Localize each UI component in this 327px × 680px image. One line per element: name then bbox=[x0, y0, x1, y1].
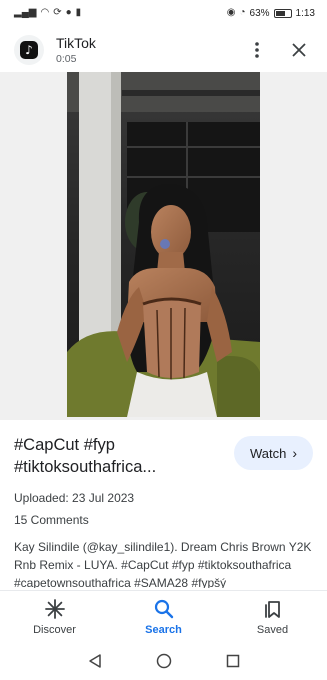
more-vert-icon bbox=[255, 42, 259, 58]
nav-search[interactable]: Search bbox=[124, 598, 204, 636]
video-duration: 0:05 bbox=[56, 53, 77, 65]
chevron-right-icon: › bbox=[292, 445, 297, 461]
eye-icon: ◉ bbox=[226, 7, 236, 18]
sync-icon: ⟳ bbox=[53, 7, 62, 18]
video-thumbnail bbox=[67, 72, 260, 417]
tiktok-note-icon: ♪ bbox=[20, 41, 38, 59]
signal-icon: ▂▄▆ bbox=[14, 7, 37, 18]
nav-discover[interactable]: Discover bbox=[15, 598, 95, 636]
upload-date: Uploaded: 23 Jul 2023 bbox=[14, 491, 135, 505]
battery-percent: 63% bbox=[249, 7, 270, 19]
comment-count: 15 Comments bbox=[14, 513, 89, 527]
tiktok-logo: ♪ bbox=[14, 35, 44, 65]
status-icons-left: ▂▄▆ ◠ ⟳ ● ▮ bbox=[14, 8, 81, 18]
alarm-icon: ◔ bbox=[239, 7, 246, 18]
video-player[interactable] bbox=[67, 72, 260, 417]
lock-icon: ▮ bbox=[75, 7, 82, 18]
app-name: TikTok bbox=[56, 35, 96, 51]
more-options-button[interactable] bbox=[243, 36, 271, 64]
close-button[interactable] bbox=[285, 36, 313, 64]
title-row: #CapCut #fyp #tiktoksouthafrica... Watch… bbox=[0, 420, 327, 478]
search-icon bbox=[153, 598, 175, 620]
recents-square-icon bbox=[226, 654, 239, 668]
media-area bbox=[0, 72, 327, 420]
video-info: #CapCut #fyp #tiktoksouthafrica... Watch… bbox=[0, 420, 327, 590]
watch-button[interactable]: Watch › bbox=[233, 436, 313, 470]
status-bar: ▂▄▆ ◠ ⟳ ● ▮ ◉ ◔ 63% 1:13 bbox=[0, 0, 327, 26]
video-description: Kay Silindile (@kay_silindile1). Dream C… bbox=[14, 540, 312, 588]
clock: 1:13 bbox=[295, 7, 315, 19]
back-button[interactable] bbox=[85, 651, 105, 671]
notification-icon: ● bbox=[65, 7, 72, 18]
nav-search-label: Search bbox=[145, 623, 182, 636]
watch-label: Watch bbox=[249, 445, 287, 461]
bookmark-icon bbox=[262, 598, 284, 620]
app-header: ♪ TikTok 0:05 bbox=[0, 30, 327, 70]
nav-saved[interactable]: Saved bbox=[233, 598, 313, 636]
header-texts: TikTok 0:05 bbox=[56, 35, 229, 65]
status-icons-right: ◉ ◔ 63% 1:13 bbox=[227, 8, 315, 19]
nav-discover-label: Discover bbox=[33, 623, 76, 636]
battery-icon bbox=[273, 8, 292, 18]
video-meta: Uploaded: 23 Jul 2023 15 Comments bbox=[0, 490, 327, 528]
asterisk-icon bbox=[44, 598, 66, 620]
recents-button[interactable] bbox=[223, 651, 243, 671]
back-triangle-icon bbox=[88, 654, 101, 668]
home-button[interactable] bbox=[154, 651, 174, 671]
video-title[interactable]: #CapCut #fyp #tiktoksouthafrica... bbox=[14, 434, 226, 478]
wifi-icon: ◠ bbox=[40, 7, 50, 18]
bottom-navigation: Discover Search Saved bbox=[0, 590, 327, 642]
home-circle-icon bbox=[156, 653, 171, 669]
system-navigation bbox=[0, 642, 327, 680]
nav-saved-label: Saved bbox=[256, 623, 289, 636]
close-icon bbox=[292, 43, 306, 57]
